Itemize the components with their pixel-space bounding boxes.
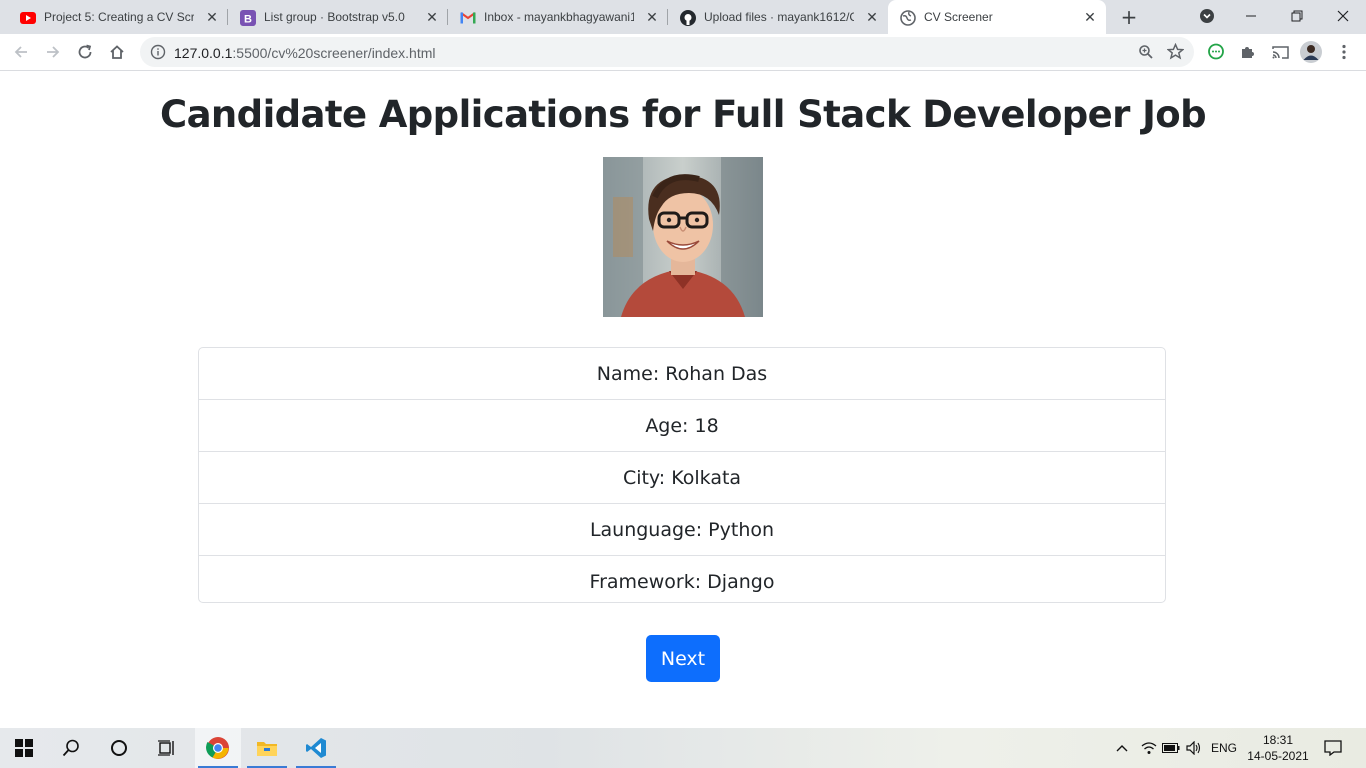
tab-title: CV Screener: [924, 10, 993, 24]
page-title: Candidate Applications for Full Stack De…: [160, 93, 1207, 136]
close-tab-icon[interactable]: ✕: [1082, 9, 1098, 25]
extension-chat-button[interactable]: [1204, 40, 1228, 64]
gmail-icon: [460, 10, 476, 26]
candidate-age: Age: 18: [199, 400, 1165, 452]
page-content: Candidate Applications for Full Stack De…: [0, 71, 1366, 728]
address-bar[interactable]: 127.0.0.1:5500/cv%20screener/index.html: [140, 37, 1194, 67]
svg-text:B: B: [244, 14, 252, 26]
battery-status[interactable]: [1160, 728, 1182, 768]
tab-github[interactable]: Upload files · mayank1612/CV ✕: [668, 0, 888, 34]
language-indicator[interactable]: ENG: [1206, 728, 1242, 768]
battery-icon: [1162, 743, 1180, 753]
taskbar: ENG 18:31 14-05-2021: [0, 728, 1366, 768]
chevron-down-icon: [1200, 9, 1214, 23]
browser-toolbar: 127.0.0.1:5500/cv%20screener/index.html: [0, 34, 1366, 71]
folder-icon: [257, 742, 277, 756]
restore-icon: [1291, 10, 1303, 22]
search-icon: [62, 739, 79, 757]
speaker-icon: [1186, 741, 1201, 755]
home-button[interactable]: [105, 40, 129, 64]
close-window-button[interactable]: [1320, 0, 1366, 32]
restore-button[interactable]: [1274, 0, 1320, 32]
task-view-icon: [158, 740, 174, 756]
tab-youtube[interactable]: Project 5: Creating a CV Scree ✕: [8, 0, 228, 34]
minimize-icon: [1246, 15, 1256, 17]
forward-arrow-icon: [47, 46, 60, 58]
close-tab-icon[interactable]: ✕: [424, 9, 440, 25]
taskbar-file-explorer[interactable]: [244, 728, 290, 768]
cast-button[interactable]: [1268, 40, 1292, 64]
candidate-framework: Framework: Django: [589, 570, 775, 593]
tab-title: Upload files · mayank1612/CV: [704, 10, 854, 24]
cast-icon: [1271, 45, 1289, 59]
tab-bootstrap[interactable]: B List group · Bootstrap v5.0 ✕: [228, 0, 448, 34]
close-icon: [1337, 10, 1349, 22]
reload-button[interactable]: [73, 40, 97, 64]
vscode-icon: [306, 738, 326, 758]
close-tab-icon[interactable]: ✕: [644, 9, 660, 25]
windows-logo-icon: [15, 739, 33, 757]
url-path: :5500/cv%20screener/index.html: [232, 45, 436, 61]
tab-title: Project 5: Creating a CV Scree: [44, 10, 194, 24]
clock-time: 18:31: [1262, 733, 1294, 747]
search-button[interactable]: [48, 728, 94, 768]
url-text: 127.0.0.1:5500/cv%20screener/index.html: [174, 45, 436, 61]
candidate-name: Name: Rohan Das: [199, 348, 1165, 400]
tab-search-button[interactable]: [1184, 0, 1230, 32]
info-icon[interactable]: [150, 44, 166, 64]
youtube-icon: [20, 10, 36, 26]
cortana-button[interactable]: [96, 728, 142, 768]
volume-control[interactable]: [1184, 728, 1204, 768]
close-tab-icon[interactable]: ✕: [204, 9, 220, 25]
back-button[interactable]: [9, 40, 33, 64]
taskbar-chrome[interactable]: [195, 728, 241, 768]
profile-avatar[interactable]: [1299, 40, 1323, 64]
task-view-button[interactable]: [144, 728, 190, 768]
puzzle-piece-icon: [1242, 47, 1254, 58]
cortana-circle-icon: [111, 740, 127, 756]
extensions-button[interactable]: [1236, 40, 1260, 64]
zoom-icon[interactable]: [1138, 44, 1154, 64]
more-vertical-icon: [1342, 44, 1346, 60]
chrome-icon: [206, 737, 229, 759]
home-icon: [110, 45, 124, 59]
minimize-button[interactable]: [1228, 0, 1274, 32]
candidate-details-list: Name: Rohan Das Age: 18 City: Kolkata La…: [198, 347, 1166, 603]
tab-title: List group · Bootstrap v5.0: [264, 10, 405, 24]
reload-icon: [78, 44, 92, 59]
notification-icon: [1324, 740, 1342, 756]
candidate-photo: [603, 157, 763, 317]
wifi-icon: [1141, 742, 1157, 754]
taskbar-vscode[interactable]: [293, 728, 339, 768]
github-icon: [680, 10, 696, 26]
browser-menu-button[interactable]: [1332, 40, 1356, 64]
tab-strip: Project 5: Creating a CV Scree ✕ B List …: [0, 0, 1366, 34]
chat-extension-icon: [1208, 43, 1224, 60]
action-center-button[interactable]: [1318, 728, 1348, 768]
show-hidden-icons[interactable]: [1112, 728, 1132, 768]
forward-button[interactable]: [41, 40, 65, 64]
bookmark-star-icon[interactable]: [1166, 42, 1185, 64]
clock[interactable]: 18:31 14-05-2021: [1240, 732, 1316, 764]
back-arrow-icon: [14, 46, 27, 58]
wifi-status[interactable]: [1138, 728, 1160, 768]
tab-gmail[interactable]: Inbox - mayankbhagyawani10 ✕: [448, 0, 668, 34]
next-button[interactable]: Next: [646, 635, 720, 682]
start-button[interactable]: [1, 728, 47, 768]
avatar-icon: [1300, 41, 1322, 63]
new-tab-button[interactable]: +: [1118, 7, 1140, 27]
tab-title: Inbox - mayankbhagyawani10: [484, 10, 634, 24]
bootstrap-icon: B: [240, 10, 256, 26]
chevron-up-icon: [1116, 745, 1128, 752]
url-host: 127.0.0.1: [174, 45, 233, 61]
candidate-city: City: Kolkata: [199, 452, 1165, 504]
tab-cv-screener[interactable]: CV Screener ✕: [888, 0, 1106, 34]
globe-icon: [900, 10, 916, 26]
clock-date: 14-05-2021: [1247, 749, 1309, 763]
close-tab-icon[interactable]: ✕: [864, 9, 880, 25]
candidate-language: Launguage: Python: [199, 504, 1165, 556]
